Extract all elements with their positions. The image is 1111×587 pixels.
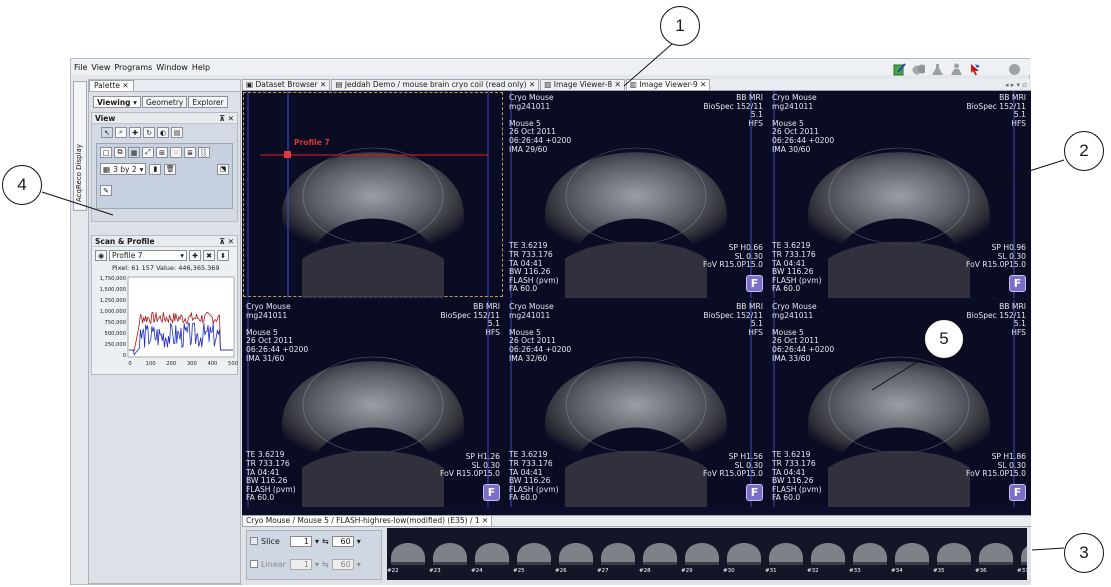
callout-2-line: [984, 159, 1065, 186]
callout-3-line: [1031, 547, 1065, 551]
callout-4-line: [41, 191, 114, 216]
callout-5-line: [871, 353, 931, 391]
screenshot-stage: File View Programs Window Help AcqReco D…: [0, 0, 1111, 587]
callout-1-line: [623, 43, 673, 87]
callout-lines: [41, 43, 1065, 551]
